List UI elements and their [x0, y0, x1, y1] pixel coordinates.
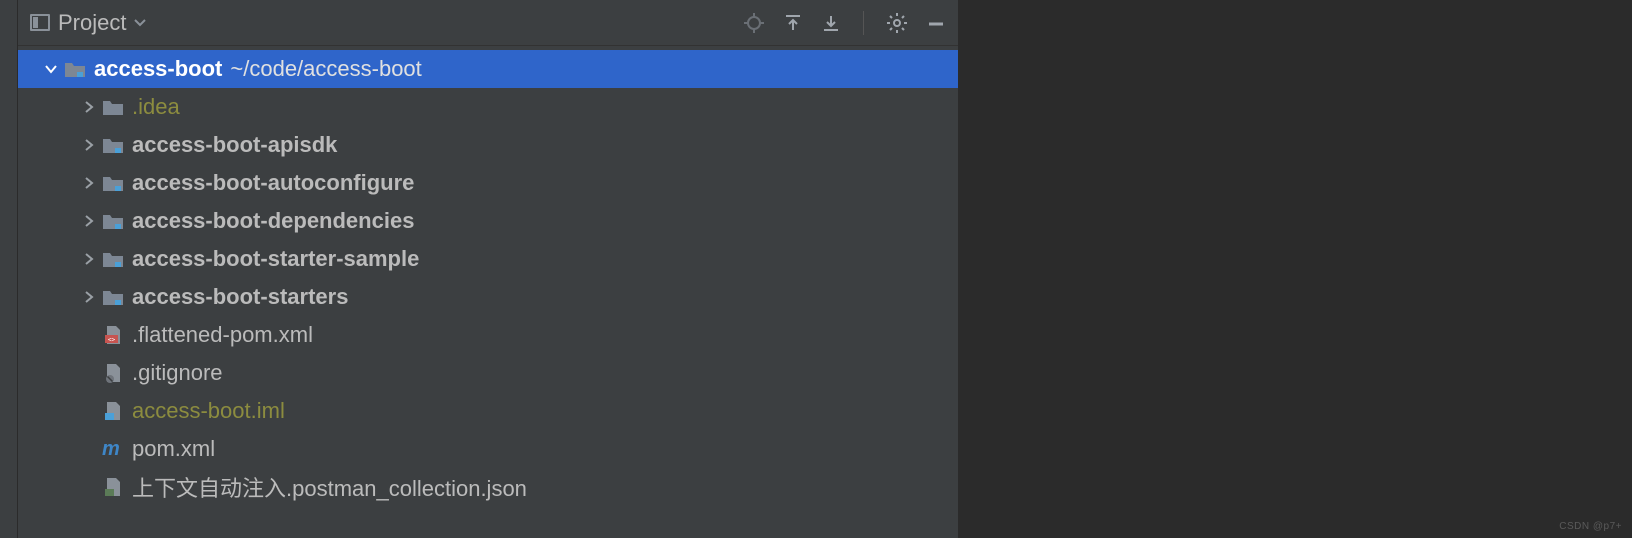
collapse-all-icon[interactable]	[821, 13, 841, 33]
tree-item-label: 上下文自动注入.postman_collection.json	[132, 471, 527, 503]
tree-item-label: access-boot-dependencies	[132, 208, 414, 234]
chevron-right-icon[interactable]	[78, 252, 100, 266]
tree-item-label: access-boot-starter-sample	[132, 246, 419, 272]
module-folder-icon	[100, 288, 126, 306]
locate-icon[interactable]	[743, 12, 765, 34]
chevron-down-icon[interactable]	[40, 64, 62, 74]
xml-file-icon: <>	[100, 325, 126, 345]
svg-text:<>: <>	[108, 337, 116, 344]
editor-area: CSDN @p7+	[958, 0, 1632, 538]
tree-item-label: .flattened-pom.xml	[132, 322, 313, 348]
watermark-text: CSDN @p7+	[1559, 521, 1622, 532]
header-divider	[863, 11, 864, 35]
tree-row[interactable]: .gitignore	[18, 354, 958, 392]
tree-row[interactable]: access-boot-starters	[18, 278, 958, 316]
tree-item-label: access-boot-autoconfigure	[132, 170, 414, 196]
tree-row[interactable]: access-boot-autoconfigure	[18, 164, 958, 202]
tree-item-label: access-boot.iml	[132, 398, 285, 424]
tree-row[interactable]: 上下文自动注入.postman_collection.json	[18, 468, 958, 506]
module-folder-icon	[100, 174, 126, 192]
minimize-icon[interactable]	[926, 13, 946, 33]
expand-all-icon[interactable]	[783, 13, 803, 33]
chevron-right-icon[interactable]	[78, 138, 100, 152]
project-tree[interactable]: access-boot ~/code/access-boot .idea acce…	[18, 46, 958, 538]
tree-row[interactable]: .idea	[18, 88, 958, 126]
iml-file-icon	[100, 401, 126, 421]
tree-root-path: ~/code/access-boot	[230, 56, 421, 82]
project-panel: Project	[18, 0, 958, 538]
gitignore-file-icon	[100, 363, 126, 383]
tree-item-label: access-boot-starters	[132, 284, 348, 310]
chevron-right-icon[interactable]	[78, 290, 100, 304]
tree-row[interactable]: access-boot.iml	[18, 392, 958, 430]
module-folder-icon	[100, 136, 126, 154]
panel-title-label: Project	[58, 10, 126, 36]
tree-item-label: pom.xml	[132, 436, 215, 462]
panel-layout-icon	[30, 14, 50, 31]
folder-icon	[100, 98, 126, 116]
module-folder-icon	[62, 60, 88, 78]
chevron-right-icon[interactable]	[78, 214, 100, 228]
chevron-down-icon	[134, 19, 146, 27]
maven-file-icon: m	[100, 439, 126, 459]
tree-item-label: access-boot-apisdk	[132, 132, 337, 158]
panel-title-dropdown[interactable]: Project	[30, 10, 146, 36]
tree-root-row[interactable]: access-boot ~/code/access-boot	[18, 50, 958, 88]
module-folder-icon	[100, 212, 126, 230]
left-gutter	[0, 0, 18, 538]
tree-item-label: .idea	[132, 94, 180, 120]
tree-root-name: access-boot	[94, 56, 222, 82]
tree-row[interactable]: access-boot-apisdk	[18, 126, 958, 164]
tree-row[interactable]: <> .flattened-pom.xml	[18, 316, 958, 354]
chevron-right-icon[interactable]	[78, 176, 100, 190]
svg-text:m: m	[102, 439, 120, 459]
panel-header: Project	[18, 0, 958, 46]
tree-row[interactable]: access-boot-dependencies	[18, 202, 958, 240]
tree-row[interactable]: access-boot-starter-sample	[18, 240, 958, 278]
tree-row[interactable]: m pom.xml	[18, 430, 958, 468]
json-file-icon	[100, 477, 126, 497]
module-folder-icon	[100, 250, 126, 268]
gear-icon[interactable]	[886, 12, 908, 34]
panel-header-actions	[743, 11, 946, 35]
tree-item-label: .gitignore	[132, 360, 223, 386]
chevron-right-icon[interactable]	[78, 100, 100, 114]
